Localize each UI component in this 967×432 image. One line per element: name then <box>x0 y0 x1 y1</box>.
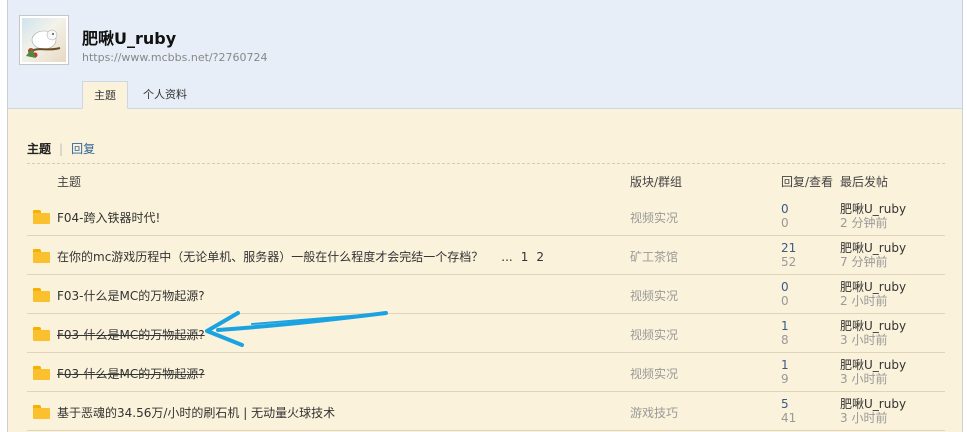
thread-title[interactable]: F04-跨入铁器时代! <box>57 209 160 226</box>
view-count: 9 <box>781 372 789 386</box>
profile-url[interactable]: https://www.mcbbs.net/?2760724 <box>82 51 267 64</box>
last-post-time[interactable]: 3 小时前 <box>840 411 887 425</box>
thread-title[interactable]: F03-什么是MC的万物起源? <box>57 287 205 304</box>
view-count: 0 <box>781 294 789 308</box>
column-forum: 版块/群组 <box>630 175 683 189</box>
avatar-image <box>22 18 66 62</box>
table-row: F04-跨入铁器时代! 视频实况 0 0 肥啾U_ruby 2 分钟前 <box>27 196 945 236</box>
thread-subnav: 主题 | 回复 <box>27 140 95 157</box>
table-row: 在你的mc游戏历程中（无论单机、服务器）一般在什么程度才会完结一个存档？... 1… <box>27 235 945 275</box>
table-row: F03-什么是MC的万物起源? 视频实况 1 9 肥啾U_ruby 3 小时前 <box>27 352 945 392</box>
avatar[interactable] <box>19 15 69 65</box>
thread-forum[interactable]: 视频实况 <box>630 326 678 343</box>
view-count: 52 <box>781 255 797 269</box>
profile-header: 肥啾U_ruby https://www.mcbbs.net/?2760724 … <box>8 0 962 109</box>
subnav-replies[interactable]: 回复 <box>71 142 95 156</box>
folder-icon <box>33 327 50 341</box>
folder-icon <box>33 249 50 263</box>
reply-count[interactable]: 1 <box>781 319 789 333</box>
last-post-time[interactable]: 2 小时前 <box>840 294 887 308</box>
thread-forum[interactable]: 视频实况 <box>630 209 678 226</box>
folder-icon <box>33 288 50 302</box>
view-count: 0 <box>781 216 789 230</box>
thread-forum[interactable]: 矿工茶馆 <box>630 248 678 265</box>
reply-count[interactable]: 1 <box>781 358 789 372</box>
reply-count[interactable]: 5 <box>781 397 789 411</box>
thread-forum[interactable]: 视频实况 <box>630 287 678 304</box>
tab-threads[interactable]: 主题 <box>82 81 128 109</box>
thread-title[interactable]: F03-什么是MC的万物起源? <box>57 326 205 343</box>
last-post-user[interactable]: 肥啾U_ruby <box>840 280 906 294</box>
last-post-user[interactable]: 肥啾U_ruby <box>840 202 906 216</box>
subnav-threads[interactable]: 主题 <box>27 142 51 156</box>
column-stats: 回复/查看 <box>781 175 834 189</box>
reply-count[interactable]: 0 <box>781 280 789 294</box>
tab-profile[interactable]: 个人资料 <box>132 81 198 109</box>
thread-pages: ... 1 2 <box>493 250 544 264</box>
last-post-user[interactable]: 肥啾U_ruby <box>840 241 906 255</box>
reply-count[interactable]: 0 <box>781 202 789 216</box>
column-topic: 主题 <box>57 175 82 189</box>
table-row: F03-什么是MC的万物起源? 视频实况 1 8 肥啾U_ruby 3 小时前 <box>27 313 945 353</box>
last-post-time[interactable]: 7 分钟前 <box>840 255 887 269</box>
thread-title[interactable]: 基于恶魂的34.56万/小时的刷石机 | 无动量火球技术 <box>57 404 335 421</box>
table-row: 基于恶魂的34.56万/小时的刷石机 | 无动量火球技术 游戏技巧 5 41 肥… <box>27 391 945 431</box>
last-post-time[interactable]: 2 分钟前 <box>840 216 887 230</box>
thread-title[interactable]: 在你的mc游戏历程中（无论单机、服务器）一般在什么程度才会完结一个存档？ <box>57 250 483 264</box>
folder-icon <box>33 405 50 419</box>
page-link-2[interactable]: 2 <box>536 250 544 264</box>
last-post-time[interactable]: 3 小时前 <box>840 333 887 347</box>
last-post-time[interactable]: 3 小时前 <box>840 372 887 386</box>
thread-title[interactable]: F03-什么是MC的万物起源? <box>57 365 205 382</box>
subnav-separator: | <box>59 142 64 156</box>
view-count: 8 <box>781 333 789 347</box>
reply-count[interactable]: 21 <box>781 241 796 255</box>
last-post-user[interactable]: 肥啾U_ruby <box>840 397 906 411</box>
column-last-post: 最后发帖 <box>840 175 889 189</box>
table-row: F03-什么是MC的万物起源? 视频实况 0 0 肥啾U_ruby 2 小时前 <box>27 274 945 314</box>
last-post-user[interactable]: 肥啾U_ruby <box>840 358 906 372</box>
page-link-1[interactable]: 1 <box>521 250 529 264</box>
username: 肥啾U_ruby <box>82 29 177 48</box>
thread-title-wrap: 在你的mc游戏历程中（无论单机、服务器）一般在什么程度才会完结一个存档？... 1… <box>57 248 544 265</box>
thread-forum[interactable]: 视频实况 <box>630 365 678 382</box>
thread-forum[interactable]: 游戏技巧 <box>630 404 678 421</box>
folder-icon <box>33 210 50 224</box>
last-post-user[interactable]: 肥啾U_ruby <box>840 319 906 333</box>
folder-icon <box>33 366 50 380</box>
page-ellipsis: ... <box>501 250 513 264</box>
view-count: 41 <box>781 411 797 425</box>
profile-page: 肥啾U_ruby https://www.mcbbs.net/?2760724 … <box>7 0 963 432</box>
header-divider <box>27 163 945 164</box>
